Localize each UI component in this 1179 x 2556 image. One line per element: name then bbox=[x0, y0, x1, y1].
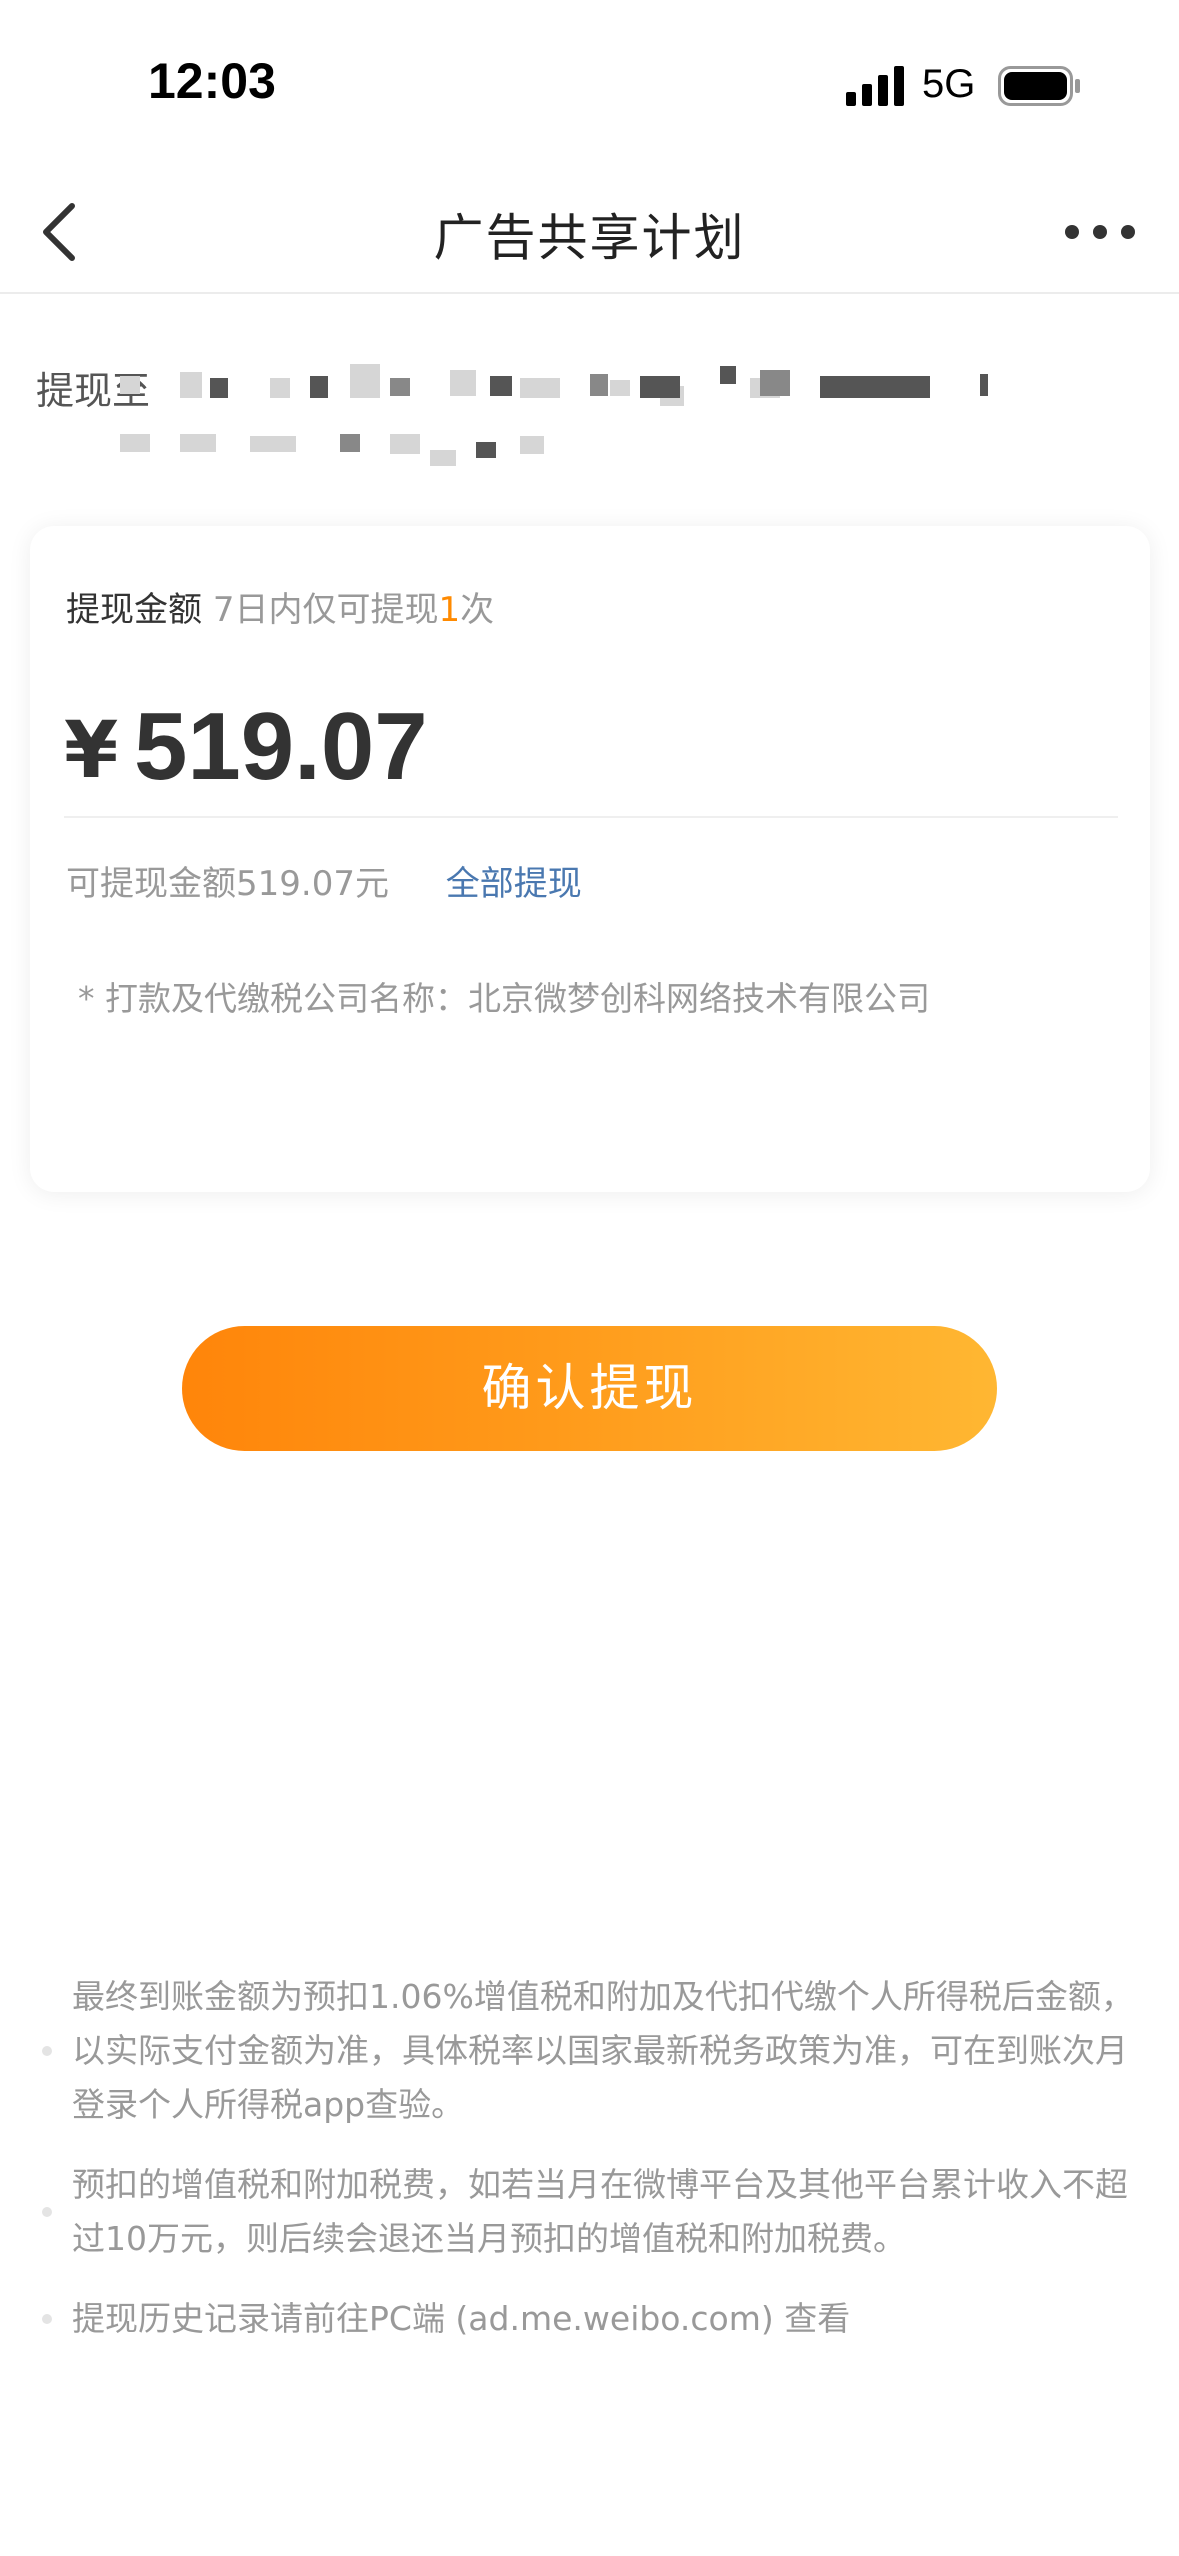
battery-icon bbox=[998, 66, 1080, 106]
status-time: 12:03 bbox=[148, 53, 276, 109]
note-item: 预扣的增值税和附加税费，如若当月在微博平台及其他平台累计收入不超过10万元，则后… bbox=[36, 2158, 1156, 2266]
withdraw-card: 提现金额 7日内仅可提现1次 ¥ 519.07 可提现金额519.07元 全部提… bbox=[30, 526, 1150, 1192]
note-item: 提现历史记录请前往PC端 (ad.me.weibo.com) 查看 bbox=[36, 2292, 1156, 2346]
withdraw-all-link[interactable]: 全部提现 bbox=[446, 864, 582, 904]
confirm-withdraw-button[interactable]: 确认提现 bbox=[182, 1326, 997, 1451]
masked-account-info bbox=[120, 364, 988, 466]
note-item: 最终到账金额为预扣1.06%增值税和附加及代扣代缴个人所得税后金额，以实际支付金… bbox=[36, 1970, 1156, 2132]
note-text: 预扣的增值税和附加税费，如若当月在微博平台及其他平台累计收入不超过10万元，则后… bbox=[72, 2165, 1128, 2258]
available-balance-row: 可提现金额519.07元 全部提现 bbox=[66, 856, 582, 905]
bullet-dot-icon bbox=[42, 2314, 52, 2324]
bullet-dot-icon bbox=[42, 2207, 52, 2217]
amount-value[interactable]: 519.07 bbox=[134, 692, 428, 802]
withdraw-limit-count: 1 bbox=[438, 590, 461, 630]
notes-list: 最终到账金额为预扣1.06%增值税和附加及代扣代缴个人所得税后金额，以实际支付金… bbox=[36, 1970, 1156, 2372]
withdraw-amount-header: 提现金额 7日内仅可提现1次 bbox=[66, 582, 494, 631]
page-title: 广告共享计划 bbox=[433, 209, 746, 267]
note-text: 提现历史记录请前往PC端 (ad.me.weibo.com) 查看 bbox=[72, 2299, 851, 2338]
nav-bar: 广告共享计划 bbox=[0, 170, 1179, 294]
network-type: 5G bbox=[922, 62, 976, 106]
currency-symbol: ¥ bbox=[64, 706, 119, 796]
note-text: 最终到账金额为预扣1.06%增值税和附加及代扣代缴个人所得税后金额，以实际支付金… bbox=[72, 1977, 1134, 2124]
company-note: * 打款及代缴税公司名称：北京微梦创科网络技术有限公司 bbox=[78, 979, 930, 1018]
amount-input[interactable]: ¥ 519.07 bbox=[64, 692, 1118, 818]
withdraw-account-row[interactable]: 提现至 bbox=[36, 350, 1136, 480]
withdraw-amount-label: 提现金额 bbox=[66, 590, 202, 630]
available-balance-text: 可提现金额519.07元 bbox=[66, 864, 389, 904]
withdraw-limit-suffix: 次 bbox=[460, 590, 495, 630]
more-options-icon[interactable] bbox=[1060, 210, 1140, 254]
status-bar: 12:03 5G bbox=[0, 0, 1179, 170]
withdraw-limit-prefix: 7日内仅可提现 bbox=[212, 590, 439, 630]
bullet-dot-icon bbox=[42, 2046, 52, 2056]
cellular-signal-icon bbox=[846, 66, 904, 106]
